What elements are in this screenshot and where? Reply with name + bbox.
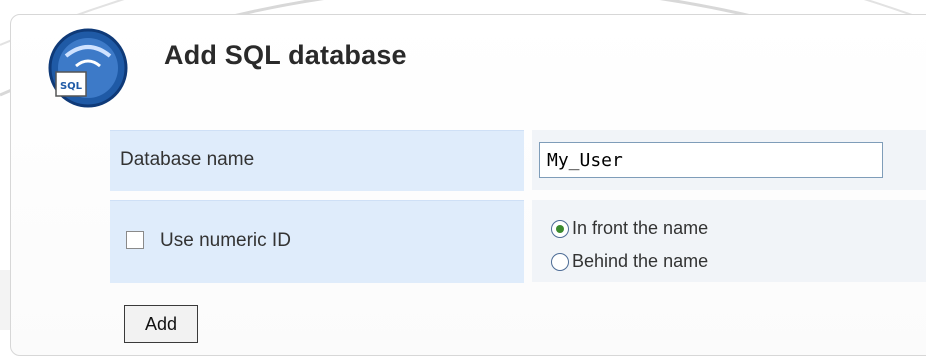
radio-behind[interactable] [551, 253, 569, 271]
add-button[interactable]: Add [124, 305, 198, 343]
radio-in-front[interactable] [551, 220, 569, 238]
radio-behind-label: Behind the name [572, 251, 709, 271]
radio-in-front-label: In front the name [572, 218, 709, 238]
database-name-label: Database name [120, 149, 255, 170]
numeric-id-checkbox[interactable] [126, 231, 144, 249]
sql-database-logo-icon: SQL [48, 28, 128, 108]
radio-selected-dot [556, 225, 564, 233]
database-name-input[interactable] [539, 142, 883, 178]
numeric-id-label: Use numeric ID [160, 230, 291, 251]
dialog-title: Add SQL database [164, 40, 407, 70]
svg-text:SQL: SQL [60, 81, 83, 92]
